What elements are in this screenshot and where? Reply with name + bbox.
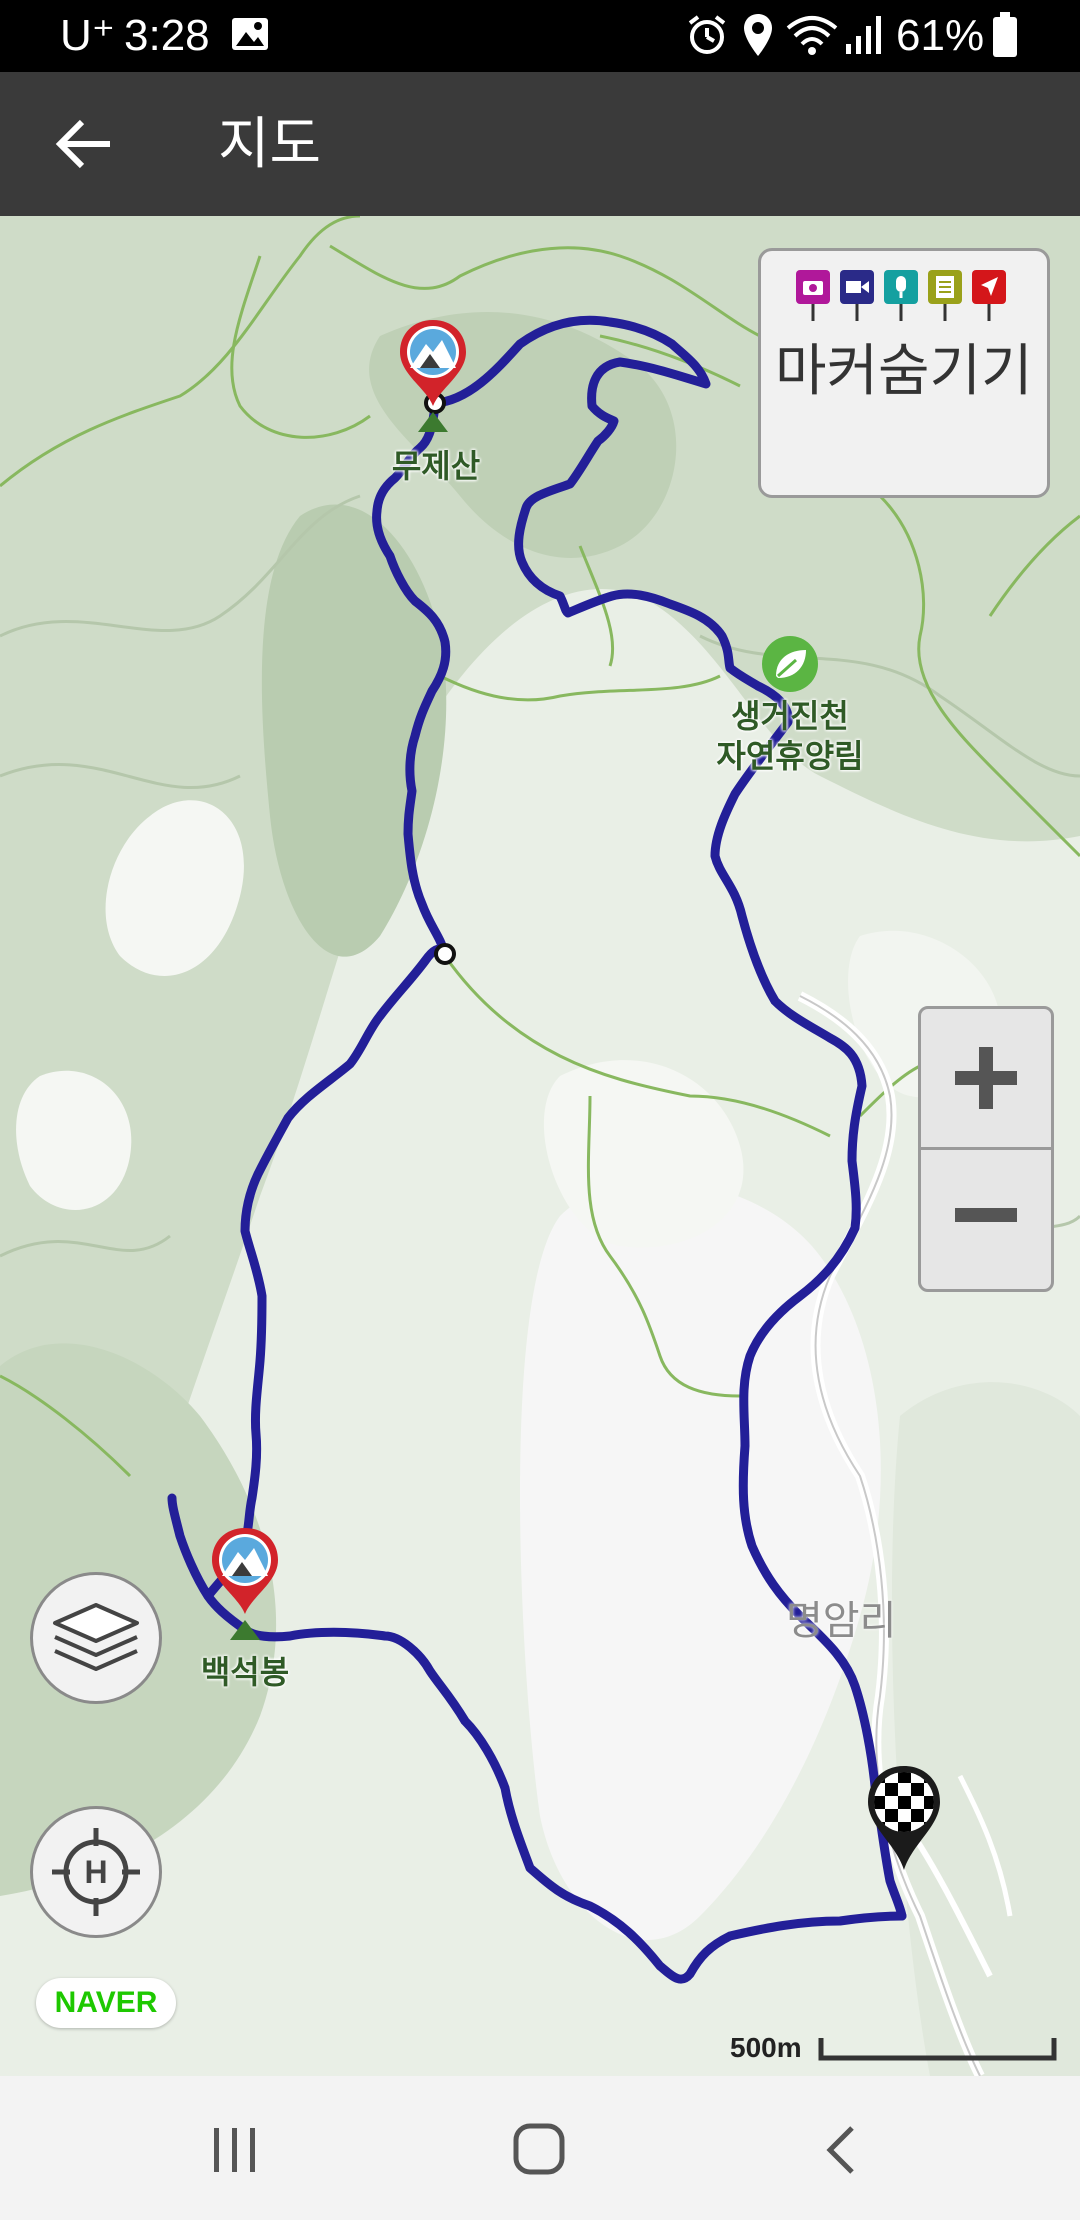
finish-flag-icon[interactable] — [864, 1764, 944, 1874]
place-label-baekseokbong: 백석봉 — [200, 1654, 290, 1690]
back-arrow-icon[interactable] — [52, 116, 116, 172]
place-label-forest-line2: 자연휴양림 — [716, 738, 864, 774]
page-title: 지도 — [218, 112, 322, 175]
heliport-location-button[interactable]: H — [30, 1806, 162, 1938]
recent-apps-icon[interactable] — [210, 2126, 260, 2174]
layers-button[interactable] — [30, 1572, 162, 1704]
place-label-village: 명암리 — [786, 1599, 897, 1643]
carrier-label: U⁺ — [60, 11, 115, 60]
pointer-icon — [972, 270, 1006, 321]
video-icon — [840, 270, 874, 321]
signal-icon — [846, 16, 881, 54]
mountain-summit-marker[interactable] — [208, 1524, 282, 1640]
minus-icon — [955, 1208, 1017, 1222]
system-nav-bar — [0, 2076, 1080, 2220]
back-icon[interactable] — [820, 2124, 860, 2176]
place-label-mujesan: 무제산 — [391, 448, 481, 484]
scale-bar — [818, 2038, 1057, 2061]
location-icon — [744, 14, 772, 56]
heliport-target-icon: H — [52, 1828, 140, 1916]
image-icon — [232, 18, 268, 50]
zoom-in-button[interactable] — [921, 1009, 1051, 1147]
battery-percent: 61% — [896, 11, 985, 60]
marker-hide-panel[interactable]: 마커숨기기 — [758, 248, 1050, 498]
naver-badge[interactable]: NAVER — [36, 1978, 176, 2028]
app-bar: 지도 — [0, 72, 1080, 216]
place-label-forest-line1: 생거진천 — [731, 698, 849, 734]
zoom-out-button[interactable] — [921, 1150, 1051, 1288]
battery-icon — [993, 12, 1017, 57]
leaf-icon[interactable] — [760, 634, 820, 694]
zoom-controls — [918, 1006, 1054, 1292]
memo-icon — [928, 270, 962, 321]
svg-text:H: H — [84, 1854, 107, 1890]
scale-label: 500m — [730, 2032, 802, 2063]
status-time: 3:28 — [124, 11, 210, 60]
wifi-icon — [786, 16, 838, 55]
map-view[interactable]: 무제산 백석봉 생거진천 자연휴양림 명암리 마커숨기기 H NAVER 500… — [0, 216, 1080, 2076]
home-icon[interactable] — [512, 2122, 566, 2176]
mic-icon — [884, 270, 918, 321]
status-bar: U⁺ 3:28 61% — [0, 0, 1080, 72]
alarm-icon — [688, 15, 726, 54]
mountain-summit-marker[interactable] — [396, 316, 470, 432]
layers-icon — [53, 1603, 139, 1671]
marker-hide-label: 마커숨기기 — [775, 339, 1033, 402]
plus-icon — [955, 1047, 1017, 1109]
camera-icon — [796, 270, 830, 321]
